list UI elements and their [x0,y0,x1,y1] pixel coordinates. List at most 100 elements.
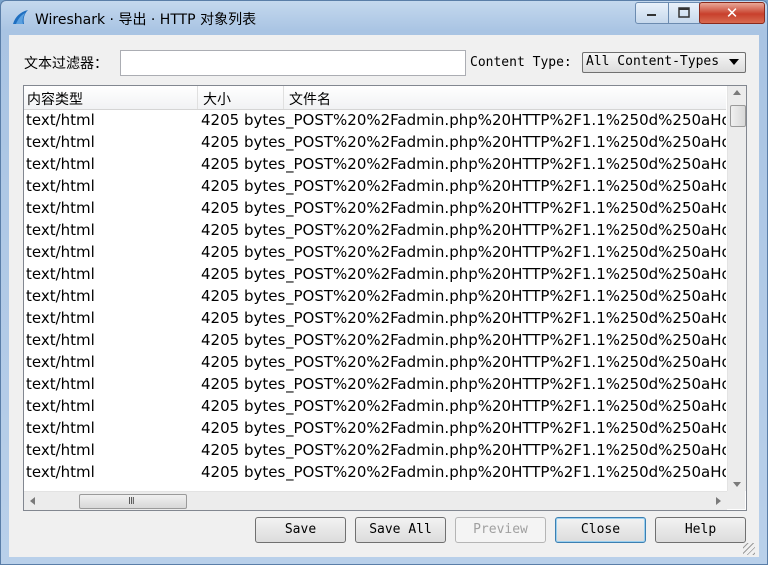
size-cell: 4205 bytes [201,243,286,261]
content-type-cell: text/html [26,419,95,437]
table-row[interactable]: text/html 4205 bytes _POST%20%2Fadmin.php%… [24,198,726,220]
size-cell: 4205 bytes [201,111,286,129]
grip-icon: III [128,496,135,507]
vertical-scroll-thumb[interactable] [730,105,746,127]
text-filter-label: 文本过滤器： [24,56,108,72]
filename-cell: _POST%20%2Fadmin.php%20HTTP%2F1.1%250d%2… [286,419,726,437]
size-cell: 4205 bytes [201,419,286,437]
minimize-button[interactable] [635,2,669,24]
content-type-cell: text/html [26,177,95,195]
table-row[interactable]: text/html 4205 bytes _POST%20%2Fadmin.php%… [24,352,726,374]
size-cell: 4205 bytes [201,441,286,459]
close-window-button[interactable]: ✕ [699,2,765,24]
dialog-body: 文本过滤器： Content Type: All Content-Types 内… [9,35,759,557]
content-type-cell: text/html [26,287,95,305]
table-row[interactable]: text/html 4205 bytes _POST%20%2Fadmin.php%… [24,264,726,286]
save-button[interactable]: Save [255,517,346,543]
size-cell: 4205 bytes [201,199,286,217]
filename-cell: _POST%20%2Fadmin.php%20HTTP%2F1.1%250d%2… [286,221,726,239]
size-cell: 4205 bytes [201,331,286,349]
size-cell: 4205 bytes [201,463,286,481]
horizontal-scroll-thumb[interactable]: III [79,494,187,509]
size-cell: 4205 bytes [201,397,286,415]
table-row[interactable]: text/html 4205 bytes _POST%20%2Fadmin.php%… [24,462,726,484]
content-type-cell: text/html [26,353,95,371]
column-header-filename[interactable]: 文件名 [289,89,331,109]
table-row[interactable]: text/html 4205 bytes _POST%20%2Fadmin.php%… [24,418,726,440]
table-row[interactable]: text/html 4205 bytes _POST%20%2Fadmin.php%… [24,242,726,264]
filename-cell: _POST%20%2Fadmin.php%20HTTP%2F1.1%250d%2… [286,177,726,195]
size-cell: 4205 bytes [201,221,286,239]
filename-cell: _POST%20%2Fadmin.php%20HTTP%2F1.1%250d%2… [286,265,726,283]
content-type-cell: text/html [26,463,95,481]
table-row[interactable]: text/html 4205 bytes _POST%20%2Fadmin.php%… [24,220,726,242]
column-divider[interactable] [283,86,284,109]
content-type-select[interactable]: All Content-Types [582,52,746,73]
column-header-content-type[interactable]: 内容类型 [27,89,83,109]
column-header-size[interactable]: 大小 [203,89,231,109]
content-type-label: Content Type: [470,55,572,70]
scroll-right-icon[interactable] [716,497,721,505]
content-type-cell: text/html [26,155,95,173]
content-type-cell: text/html [26,133,95,151]
scroll-left-icon[interactable] [30,497,35,505]
filename-cell: _POST%20%2Fadmin.php%20HTTP%2F1.1%250d%2… [286,133,726,151]
size-cell: 4205 bytes [201,133,286,151]
table-row[interactable]: text/html 4205 bytes _POST%20%2Fadmin.php%… [24,286,726,308]
vertical-scrollbar[interactable] [727,86,746,491]
content-type-cell: text/html [26,243,95,261]
table-row[interactable]: text/html 4205 bytes _POST%20%2Fadmin.php%… [24,374,726,396]
size-cell: 4205 bytes [201,309,286,327]
filename-cell: _POST%20%2Fadmin.php%20HTTP%2F1.1%250d%2… [286,243,726,261]
resize-grip-icon[interactable] [743,543,755,555]
content-type-cell: text/html [26,375,95,393]
http-objects-table: 内容类型 大小 文件名 text/html 4205 bytes _POST%20%… [23,85,747,511]
chevron-down-icon [729,59,739,65]
table-row[interactable]: text/html 4205 bytes _POST%20%2Fadmin.php%… [24,110,726,132]
size-cell: 4205 bytes [201,155,286,173]
table-row[interactable]: text/html 4205 bytes _POST%20%2Fadmin.php%… [24,176,726,198]
size-cell: 4205 bytes [201,375,286,393]
filename-cell: _POST%20%2Fadmin.php%20HTTP%2F1.1%250d%2… [286,111,726,129]
filename-cell: _POST%20%2Fadmin.php%20HTTP%2F1.1%250d%2… [286,155,726,173]
filename-cell: _POST%20%2Fadmin.php%20HTTP%2F1.1%250d%2… [286,397,726,415]
scroll-up-icon[interactable] [733,90,741,95]
size-cell: 4205 bytes [201,353,286,371]
preview-button[interactable]: Preview [455,517,546,543]
table-row[interactable]: text/html 4205 bytes _POST%20%2Fadmin.php%… [24,308,726,330]
window-title: Wireshark · 导出 · HTTP 对象列表 [35,12,257,28]
scrollbar-corner [727,491,745,509]
table-row[interactable]: text/html 4205 bytes _POST%20%2Fadmin.php%… [24,132,726,154]
horizontal-scrollbar[interactable]: III [24,491,727,510]
filename-cell: _POST%20%2Fadmin.php%20HTTP%2F1.1%250d%2… [286,331,726,349]
content-type-cell: text/html [26,199,95,217]
scroll-down-icon[interactable] [733,482,741,487]
maximize-icon [678,7,690,18]
table-row[interactable]: text/html 4205 bytes _POST%20%2Fadmin.php%… [24,440,726,462]
table-row[interactable]: text/html 4205 bytes _POST%20%2Fadmin.php%… [24,396,726,418]
text-filter-input[interactable] [120,50,466,76]
maximize-button[interactable] [668,2,700,24]
export-http-objects-window: Wireshark · 导出 · HTTP 对象列表 ✕ 文本过滤器： Cont… [0,0,768,565]
content-type-cell: text/html [26,441,95,459]
content-type-cell: text/html [26,111,95,129]
title-bar[interactable]: Wireshark · 导出 · HTTP 对象列表 ✕ [1,1,767,33]
table-row[interactable]: text/html 4205 bytes _POST%20%2Fadmin.php%… [24,154,726,176]
content-type-selected-value: All Content-Types [586,54,720,69]
close-icon: ✕ [725,4,739,22]
content-type-cell: text/html [26,265,95,283]
table-row[interactable]: text/html 4205 bytes _POST%20%2Fadmin.php%… [24,330,726,352]
table-header: 内容类型 大小 文件名 [24,86,726,110]
filename-cell: _POST%20%2Fadmin.php%20HTTP%2F1.1%250d%2… [286,353,726,371]
save-all-button[interactable]: Save All [355,517,446,543]
minimize-icon [647,14,656,16]
content-type-cell: text/html [26,397,95,415]
size-cell: 4205 bytes [201,265,286,283]
filename-cell: _POST%20%2Fadmin.php%20HTTP%2F1.1%250d%2… [286,375,726,393]
wireshark-fin-icon [13,10,28,24]
close-button[interactable]: Close [555,517,646,543]
column-divider[interactable] [197,86,198,109]
help-button[interactable]: Help [655,517,746,543]
size-cell: 4205 bytes [201,287,286,305]
content-type-cell: text/html [26,331,95,349]
